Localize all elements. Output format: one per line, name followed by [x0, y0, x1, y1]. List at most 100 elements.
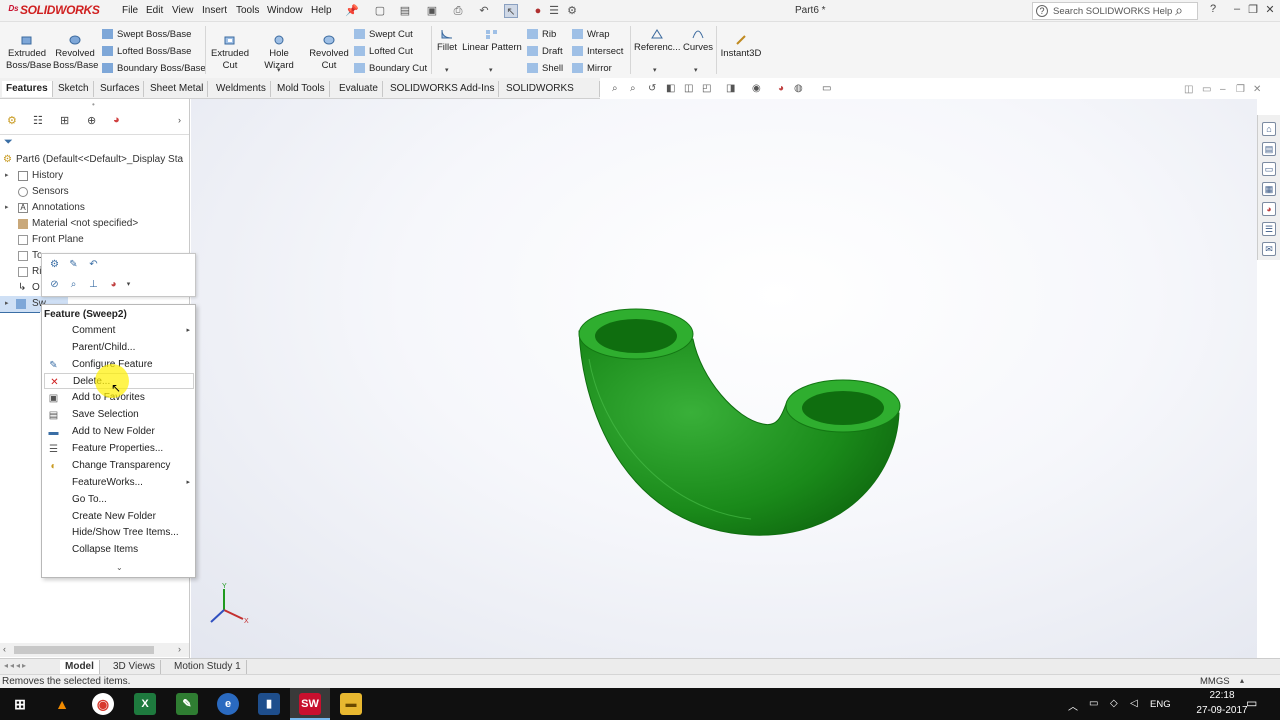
view-settings-icon[interactable]: ▭: [822, 83, 831, 94]
unit-system[interactable]: MMGS: [1200, 676, 1230, 687]
propertymanager-tab-icon[interactable]: ☷: [33, 114, 47, 128]
chrome-icon[interactable]: ◉: [92, 693, 114, 715]
solidworks-resources-icon[interactable]: ⌂: [1262, 122, 1276, 136]
search-magnifier-icon[interactable]: ⌕: [1172, 2, 1186, 19]
clock-date[interactable]: 27-09-2017: [1194, 705, 1250, 716]
dimxpert-tab-icon[interactable]: ⊕: [87, 114, 101, 128]
menu-view[interactable]: View: [172, 5, 194, 16]
display-style-icon[interactable]: ◨: [726, 83, 735, 94]
menu-item-feature-properties[interactable]: ☰ Feature Properties...: [44, 441, 194, 457]
featuremanager-tab-icon[interactable]: ⚙: [7, 114, 21, 128]
menu-item-featureworks[interactable]: FeatureWorks... ▸: [44, 475, 194, 491]
menu-item-go-to[interactable]: Go To...: [44, 492, 194, 508]
tab-motion-study[interactable]: Motion Study 1: [169, 660, 247, 674]
tab-features[interactable]: Features: [2, 81, 53, 97]
appearance-dropdown-icon[interactable]: ▾: [122, 278, 135, 291]
wrap-button[interactable]: Wrap: [572, 28, 610, 42]
tray-chevron-icon[interactable]: ︿: [1068, 698, 1078, 713]
appearance-icon[interactable]: ◕: [107, 278, 120, 291]
menu-item-parent-child[interactable]: Parent/Child...: [44, 340, 194, 356]
dynamic-annotation-icon[interactable]: ◫: [684, 83, 693, 94]
view-orientation-icon[interactable]: ◰: [702, 83, 711, 94]
curves-dropdown-icon[interactable]: ▾: [694, 66, 698, 74]
revolved-cut-button[interactable]: Revolved Cut: [307, 34, 351, 72]
design-library-icon[interactable]: ▤: [1262, 142, 1276, 156]
horizontal-scrollbar[interactable]: ‹ ›: [0, 643, 189, 657]
configurationmanager-tab-icon[interactable]: ⊞: [60, 114, 74, 128]
tab-evaluate[interactable]: Evaluate: [335, 81, 383, 97]
previous-view-icon[interactable]: ↺: [648, 83, 656, 94]
print-icon[interactable]: ⎙: [451, 4, 465, 18]
zoom-to-fit-icon[interactable]: ⌕: [612, 83, 618, 94]
clock-time[interactable]: 22:18: [1194, 690, 1250, 701]
viewport-close-icon[interactable]: ✕: [1253, 84, 1261, 95]
viewport-minimize-icon[interactable]: ◫: [1184, 84, 1193, 95]
expand-menu-chevron-icon[interactable]: ⌄: [116, 563, 123, 572]
windows-start-icon[interactable]: ⊞: [9, 693, 31, 715]
scroll-right-icon[interactable]: ›: [178, 644, 181, 654]
rib-button[interactable]: Rib: [527, 28, 556, 42]
tab-addins[interactable]: SOLIDWORKS Add-Ins: [386, 81, 500, 97]
tab-weldments[interactable]: Weldments: [212, 81, 271, 97]
suppress-icon[interactable]: ⊘: [48, 278, 61, 291]
more-tabs-chevron-icon[interactable]: ›: [178, 115, 181, 125]
file-explorer-icon[interactable]: ▭: [1262, 162, 1276, 176]
lofted-cut-button[interactable]: Lofted Cut: [354, 45, 413, 59]
save-icon[interactable]: ▣: [425, 4, 439, 18]
reference-dropdown-icon[interactable]: ▾: [653, 66, 657, 74]
units-dropdown-icon[interactable]: ▴: [1240, 676, 1244, 685]
expand-arrow-icon[interactable]: ▸: [5, 168, 9, 184]
extruded-boss-button[interactable]: Extruded Boss/Base: [6, 34, 51, 72]
menu-window[interactable]: Window: [267, 5, 303, 16]
battery-icon[interactable]: ▭: [1089, 698, 1098, 709]
menu-edit[interactable]: Edit: [146, 5, 163, 16]
restore-icon[interactable]: ❐: [1246, 3, 1260, 16]
rebuild-icon[interactable]: ●: [531, 4, 545, 18]
app-icon[interactable]: ▮: [258, 693, 280, 715]
network-icon[interactable]: ◇: [1110, 698, 1118, 709]
curves-button[interactable]: Curves: [682, 28, 714, 54]
swept-cut-button[interactable]: Swept Cut: [354, 28, 413, 42]
apply-scene-icon[interactable]: ◍: [794, 83, 803, 94]
section-view-icon[interactable]: ◧: [666, 83, 675, 94]
mirror-button[interactable]: Mirror: [572, 62, 612, 76]
menu-item-comment[interactable]: Comment ▸: [44, 323, 194, 339]
graphics-area[interactable]: Y X: [191, 99, 1257, 658]
tab-sketch[interactable]: Sketch: [54, 81, 94, 97]
displaymanager-tab-icon[interactable]: ◕: [113, 114, 127, 128]
boundary-boss-button[interactable]: Boundary Boss/Base: [102, 62, 206, 76]
appearances-icon[interactable]: ◕: [1262, 202, 1276, 216]
minimize-icon[interactable]: –: [1230, 3, 1244, 15]
linear-pattern-button[interactable]: Linear Pattern: [462, 28, 522, 54]
filter-icon[interactable]: ⏷: [4, 136, 13, 149]
edit-appearance-icon[interactable]: ◕: [778, 83, 784, 94]
edit-feature-icon[interactable]: ⚙: [48, 258, 61, 271]
new-document-icon[interactable]: ▢: [373, 4, 387, 18]
scrollbar-thumb[interactable]: [14, 646, 154, 654]
instant3d-button[interactable]: Instant3D: [719, 34, 763, 60]
custom-properties-icon[interactable]: ☰: [1262, 222, 1276, 236]
menu-help[interactable]: Help: [311, 5, 332, 16]
hide-show-items-icon[interactable]: ◉: [752, 83, 761, 94]
revolved-boss-button[interactable]: Revolved Boss/Base: [53, 34, 98, 72]
menu-item-add-to-new-folder[interactable]: ▬ Add to New Folder: [44, 424, 194, 440]
zoom-to-area-icon[interactable]: ⌕: [630, 83, 636, 94]
intersect-button[interactable]: Intersect: [572, 45, 623, 59]
view-palette-icon[interactable]: ▦: [1262, 182, 1276, 196]
menu-item-create-new-folder[interactable]: Create New Folder: [44, 509, 194, 525]
open-icon[interactable]: ▤: [398, 4, 412, 18]
menu-insert[interactable]: Insert: [202, 5, 227, 16]
extruded-cut-button[interactable]: Extruded Cut: [210, 34, 250, 72]
draft-button[interactable]: Draft: [527, 45, 563, 59]
menu-tools[interactable]: Tools: [236, 5, 259, 16]
shell-button[interactable]: Shell: [527, 62, 563, 76]
edit-sketch-icon[interactable]: ✎: [67, 258, 80, 271]
tab-3d-views[interactable]: 3D Views: [108, 660, 162, 674]
pin-icon[interactable]: 📌: [345, 4, 359, 18]
viewport-restore-icon[interactable]: ❐: [1236, 84, 1245, 95]
part-model[interactable]: Y X: [191, 99, 1257, 658]
browser-icon[interactable]: e: [217, 693, 239, 715]
tab-model[interactable]: Model: [60, 660, 100, 674]
reference-geometry-button[interactable]: Referenc...: [634, 28, 680, 54]
scroll-left-icon[interactable]: ‹: [3, 644, 6, 654]
